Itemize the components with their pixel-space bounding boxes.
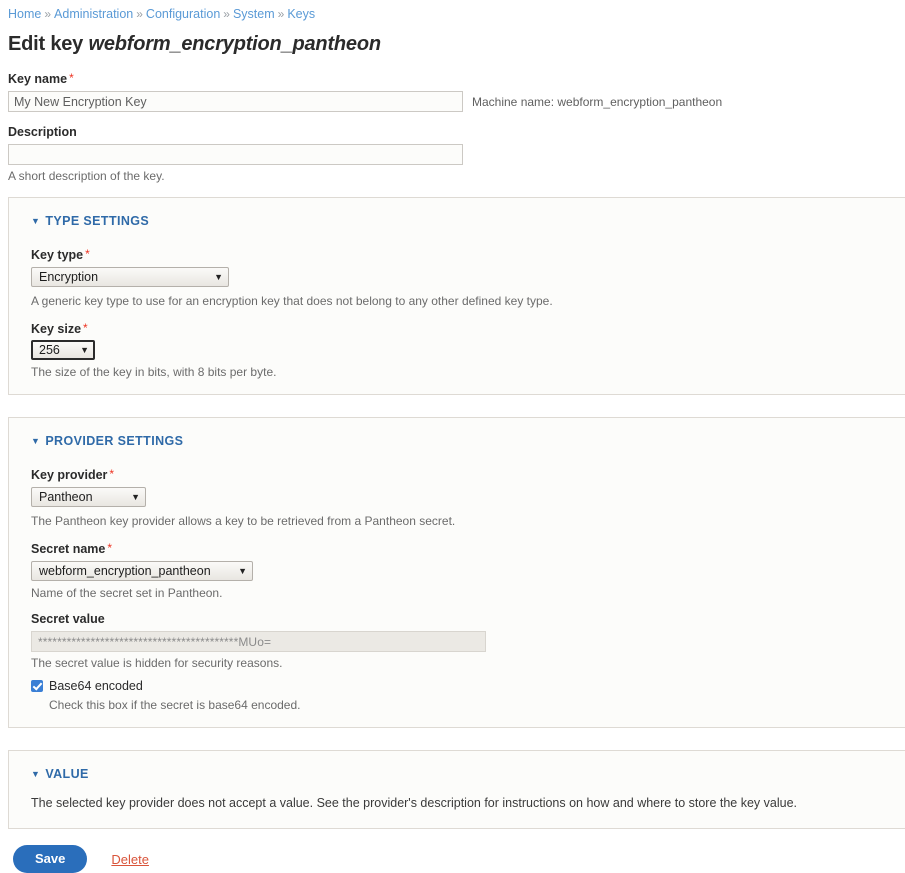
secret-name-help: Name of the secret set in Pantheon.: [31, 586, 223, 600]
key-type-label-text: Key type: [31, 248, 84, 262]
key-size-field-group: Key size * 256 ▼ The size of the key in b…: [31, 320, 886, 380]
key-name-field-group: Key name* Machine name: webform_encrypti…: [8, 70, 897, 112]
description-label: Description: [8, 125, 77, 139]
breadcrumb-separator: »: [44, 7, 52, 21]
breadcrumb-separator: »: [223, 7, 230, 21]
key-size-help: The size of the key in bits, with 8 bits…: [31, 365, 277, 379]
page-title-key: webform_encryption_pantheon: [88, 33, 381, 55]
key-type-select[interactable]: Encryption ▼: [31, 267, 229, 287]
save-button[interactable]: Save: [13, 845, 88, 873]
base64-field-group: Base64 encoded Check this box if the sec…: [31, 679, 886, 713]
value-header[interactable]: ▼ VALUE: [9, 751, 905, 781]
key-provider-label: Key provider *: [31, 466, 886, 483]
key-size-label-text: Key size: [31, 322, 82, 336]
key-type-selected-value: Encryption: [39, 270, 99, 284]
provider-settings-header[interactable]: ▼ PROVIDER SETTINGS: [9, 418, 905, 448]
breadcrumb-separator: »: [277, 7, 285, 21]
chevron-down-icon: ▼: [238, 565, 247, 576]
value-title: VALUE: [45, 767, 89, 781]
breadcrumb-item-administration[interactable]: Administration: [54, 7, 133, 21]
checkbox-checked-icon[interactable]: [31, 680, 43, 692]
chevron-down-icon: ▼: [31, 216, 41, 226]
page-title-prefix: Edit key: [8, 33, 84, 55]
required-marker: *: [107, 541, 113, 555]
description-input[interactable]: [8, 144, 463, 165]
description-field-group: Description A short description of the k…: [8, 124, 897, 184]
secret-value-readonly: ****************************************…: [31, 631, 486, 652]
breadcrumb: Home» Administration» Configuration» System…: [0, 0, 905, 22]
description-row: [8, 144, 897, 165]
key-provider-help: The Pantheon key provider allows a key t…: [31, 514, 456, 528]
required-marker: *: [83, 321, 88, 335]
breadcrumb-item-keys[interactable]: Keys: [287, 7, 315, 21]
required-marker: *: [69, 71, 74, 85]
top-fields: Key name* Machine name: webform_encrypti…: [0, 70, 905, 184]
breadcrumb-separator: »: [136, 7, 143, 21]
breadcrumb-item-configuration[interactable]: Configuration: [146, 7, 220, 21]
secret-name-selected-value: webform_encryption_pantheon: [39, 564, 211, 578]
key-name-label-text: Key name: [8, 72, 68, 86]
key-type-field-group: Key type * Encryption ▼ A generic key typ…: [31, 246, 886, 309]
provider-settings-title: PROVIDER SETTINGS: [45, 434, 184, 448]
machine-name-text: Machine name: webform_encryption_pantheo…: [472, 94, 723, 109]
required-marker: *: [109, 467, 115, 481]
description-help: A short description of the key.: [8, 169, 165, 183]
base64-checkbox-row[interactable]: Base64 encoded: [31, 679, 886, 693]
chevron-down-icon: ▼: [131, 491, 140, 502]
secret-value-label: Secret value: [31, 612, 105, 626]
key-provider-select[interactable]: Pantheon ▼: [31, 487, 146, 507]
key-name-label: Key name *: [8, 70, 897, 87]
key-provider-label-text: Key provider: [31, 468, 108, 482]
key-provider-selected-value: Pantheon: [39, 490, 93, 504]
provider-settings-body: Key provider * Pantheon ▼ The Pantheon ke…: [9, 466, 905, 713]
breadcrumb-item-home[interactable]: Home: [8, 7, 41, 21]
value-description: The selected key provider does not accep…: [31, 796, 798, 810]
provider-settings-panel: ▼ PROVIDER SETTINGS Key provider * Pantheo…: [8, 417, 905, 728]
secret-name-select[interactable]: webform_encryption_pantheon ▼: [31, 561, 253, 581]
key-type-label: Key type *: [31, 246, 886, 263]
required-marker: *: [85, 247, 90, 261]
secret-name-label-text: Secret name: [31, 542, 106, 556]
secret-name-label: Secret name *: [31, 540, 886, 557]
type-settings-title: TYPE SETTINGS: [45, 214, 150, 228]
chevron-down-icon: ▼: [80, 344, 89, 355]
breadcrumb-item-system[interactable]: System: [233, 7, 275, 21]
chevron-down-icon: ▼: [214, 271, 223, 282]
key-size-selected-value: 256: [39, 343, 60, 357]
key-name-input[interactable]: [8, 91, 463, 112]
form-actions: Save Delete: [0, 829, 905, 873]
base64-label: Base64 encoded: [49, 679, 143, 693]
delete-link[interactable]: Delete: [111, 852, 149, 867]
secret-value-field-group: Secret value ***************************…: [31, 611, 886, 671]
chevron-down-icon: ▼: [31, 436, 41, 446]
value-panel: ▼ VALUE The selected key provider does no…: [8, 750, 905, 829]
secret-value-help: The secret value is hidden for security …: [31, 656, 283, 670]
key-provider-field-group: Key provider * Pantheon ▼ The Pantheon ke…: [31, 466, 886, 529]
type-settings-header[interactable]: ▼ TYPE SETTINGS: [9, 198, 905, 228]
key-name-row: Machine name: webform_encryption_pantheo…: [8, 91, 897, 112]
type-settings-panel: ▼ TYPE SETTINGS Key type * Encryption ▼ A …: [8, 197, 905, 395]
type-settings-body: Key type * Encryption ▼ A generic key typ…: [9, 246, 905, 380]
chevron-down-icon: ▼: [31, 769, 41, 779]
secret-name-field-group: Secret name * webform_encryption_pantheon…: [31, 540, 886, 601]
key-size-select[interactable]: 256 ▼: [31, 340, 95, 360]
base64-help: Check this box if the secret is base64 e…: [49, 698, 301, 712]
key-type-help: A generic key type to use for an encrypt…: [31, 294, 553, 308]
page-title: Edit key webform_encryption_pantheon: [8, 32, 905, 56]
key-size-label: Key size *: [31, 320, 886, 337]
